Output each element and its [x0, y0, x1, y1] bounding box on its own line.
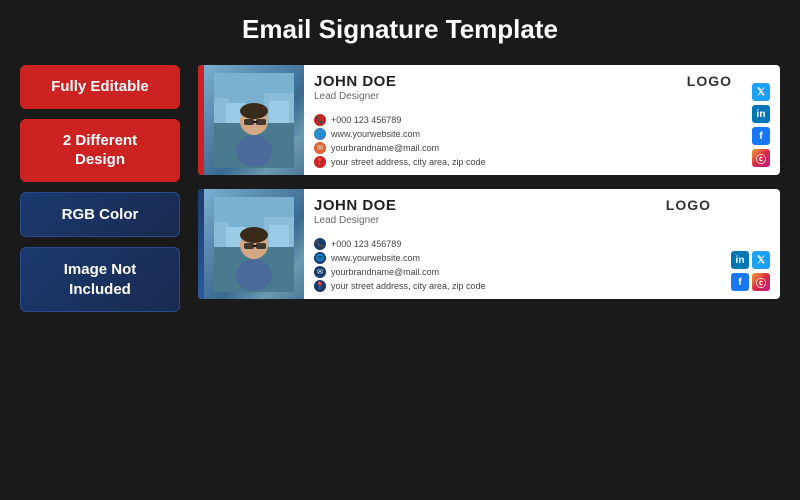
contact-web-2: 🌐 www.yourwebsite.com: [314, 252, 711, 264]
badge-fully-editable: Fully Editable: [20, 65, 180, 109]
web-icon-2: 🌐: [314, 252, 326, 264]
sig-name-1: JOHN DOE: [314, 73, 396, 90]
twitter-icon-1[interactable]: 𝕏: [752, 83, 770, 101]
page-title: Email Signature Template: [0, 0, 800, 55]
social-row-top-2: in 𝕏: [731, 251, 770, 269]
web-icon-1: 🌐: [314, 128, 326, 140]
phone-icon-1: 📞: [314, 114, 326, 126]
sig-title-2: Lead Designer: [314, 215, 396, 226]
sig-content-1: JOHN DOE Lead Designer LOGO 📞 +000 123 4…: [304, 65, 742, 175]
contact-email-2: ✉ yourbrandname@mail.com: [314, 266, 711, 278]
twitter-icon-2[interactable]: 𝕏: [752, 251, 770, 269]
facebook-icon-2[interactable]: f: [731, 273, 749, 291]
contact-phone-2: 📞 +000 123 456789: [314, 238, 711, 250]
sig-contacts-1: 📞 +000 123 456789 🌐 www.yourwebsite.com …: [314, 114, 732, 168]
signature-card-2: JOHN DOE Lead Designer LOGO 📞 +000 123 4…: [198, 189, 780, 299]
main-content: Fully Editable 2 Different Design RGB Co…: [0, 55, 800, 500]
contact-web-1: 🌐 www.yourwebsite.com: [314, 128, 732, 140]
address-icon-2: 📍: [314, 280, 326, 292]
signature-card-1: JOHN DOE Lead Designer LOGO 📞 +000 123 4…: [198, 65, 780, 175]
phone-icon-2: 📞: [314, 238, 326, 250]
linkedin-icon-2[interactable]: in: [731, 251, 749, 269]
contact-email-1: ✉ yourbrandname@mail.com: [314, 142, 732, 154]
sig-contacts-2: 📞 +000 123 456789 🌐 www.yourwebsite.com …: [314, 238, 711, 292]
signature-cards-column: JOHN DOE Lead Designer LOGO 📞 +000 123 4…: [198, 55, 780, 500]
instagram-icon-1[interactable]: ⓒ: [752, 149, 770, 167]
contact-address-1: 📍 your street address, city area, zip co…: [314, 156, 732, 168]
instagram-icon-2[interactable]: ⓒ: [752, 273, 770, 291]
facebook-icon-1[interactable]: f: [752, 127, 770, 145]
sig-photo-2: [204, 189, 304, 299]
badges-column: Fully Editable 2 Different Design RGB Co…: [20, 55, 180, 500]
sig-title-1: Lead Designer: [314, 91, 396, 102]
sig-socials-2: in 𝕏 f ⓒ: [721, 189, 780, 299]
sig-logo-1: LOGO: [687, 73, 732, 89]
sig-header-2: JOHN DOE Lead Designer LOGO: [314, 197, 711, 226]
badge-different-design: 2 Different Design: [20, 119, 180, 182]
linkedin-icon-1[interactable]: in: [752, 105, 770, 123]
email-icon-1: ✉: [314, 142, 326, 154]
sig-name-block-1: JOHN DOE Lead Designer: [314, 73, 396, 102]
sig-photo-1: [204, 65, 304, 175]
sig-content-2: JOHN DOE Lead Designer LOGO 📞 +000 123 4…: [304, 189, 721, 299]
badge-rgb-color: RGB Color: [20, 192, 180, 238]
sig-header-1: JOHN DOE Lead Designer LOGO: [314, 73, 732, 102]
sig-name-2: JOHN DOE: [314, 197, 396, 214]
social-row-bottom-2: f ⓒ: [731, 273, 770, 291]
sig-logo-2: LOGO: [666, 197, 711, 213]
address-icon-1: 📍: [314, 156, 326, 168]
email-icon-2: ✉: [314, 266, 326, 278]
contact-address-2: 📍 your street address, city area, zip co…: [314, 280, 711, 292]
badge-image-not-included: Image Not Included: [20, 247, 180, 312]
sig-name-block-2: JOHN DOE Lead Designer: [314, 197, 396, 226]
contact-phone-1: 📞 +000 123 456789: [314, 114, 732, 126]
sig-socials-1: 𝕏 in f ⓒ: [742, 65, 780, 175]
